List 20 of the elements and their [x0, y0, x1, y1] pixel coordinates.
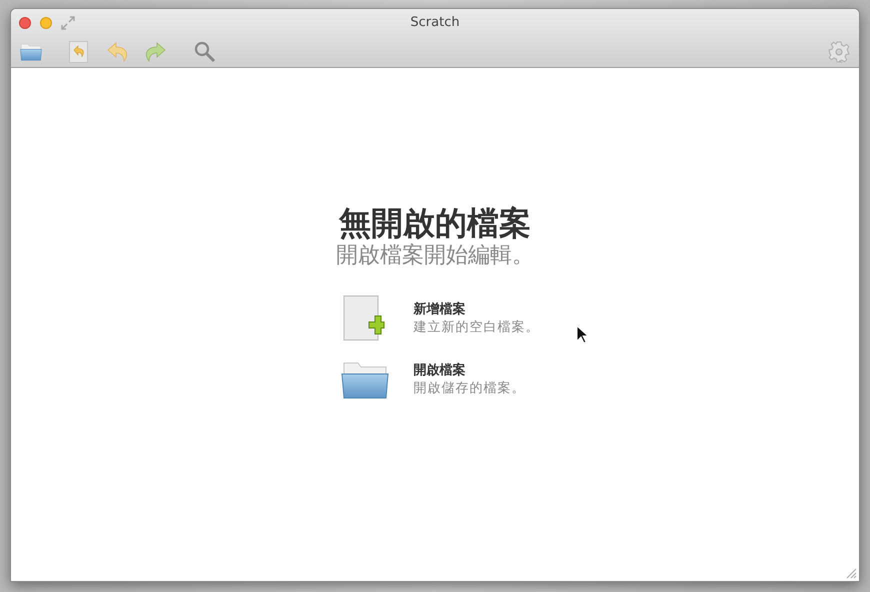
action-title[interactable]: 新增檔案: [414, 301, 540, 319]
action-description: 開啟儲存的檔案。: [414, 380, 526, 398]
settings-icon[interactable]: [828, 41, 850, 63]
revert-icon[interactable]: [69, 41, 88, 63]
welcome-subtitle: 開啟檔案開始編輯。: [336, 242, 534, 270]
fullscreen-icon[interactable]: [61, 16, 75, 30]
window-title: Scratch: [410, 14, 460, 32]
minimize-button[interactable]: [40, 17, 52, 29]
mouse-pointer-icon: [576, 325, 588, 344]
new-file-icon[interactable]: [342, 295, 386, 343]
action-description: 建立新的空白檔案。: [414, 319, 540, 337]
search-icon[interactable]: [194, 41, 216, 63]
undo-icon[interactable]: [107, 42, 129, 62]
close-button[interactable]: [19, 17, 31, 29]
resize-grip-icon[interactable]: [846, 568, 857, 579]
folder-icon[interactable]: [340, 361, 388, 399]
open-folder-icon[interactable]: [20, 43, 42, 61]
action-title[interactable]: 開啟檔案: [414, 362, 526, 380]
redo-icon[interactable]: [144, 42, 166, 62]
welcome-title: 無開啟的檔案: [339, 204, 531, 242]
